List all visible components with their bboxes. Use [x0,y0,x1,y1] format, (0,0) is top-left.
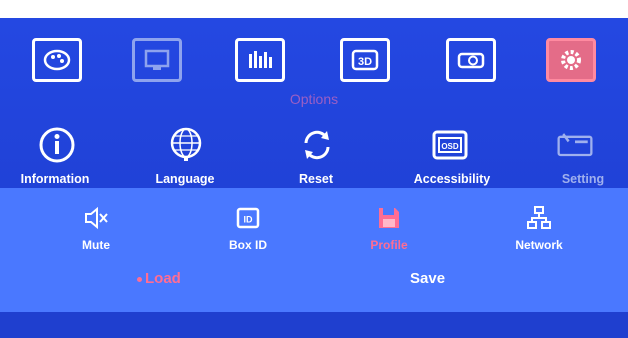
monitor-icon[interactable] [132,38,182,82]
top-white-band [0,0,628,18]
id-icon[interactable]: ID [235,205,261,231]
equalizer-icon[interactable] [235,38,285,82]
projector-icon[interactable] [446,38,496,82]
reset-icon[interactable] [297,125,337,165]
panel-footer [0,312,628,338]
save-option[interactable]: Save [410,270,445,287]
option-information-label[interactable]: Information [7,172,103,186]
option-reset-label[interactable]: Reset [279,172,353,186]
globe-icon[interactable] [166,125,206,165]
option-accessibility-label[interactable]: Accessibility [396,172,508,186]
submenu-profile-label[interactable]: Profile [360,238,418,252]
load-option[interactable]: Load [137,270,181,287]
submenu-boxid-label[interactable]: Box ID [217,238,279,252]
submenu-network-label[interactable]: Network [500,238,578,252]
svg-text:OSD: OSD [441,142,459,151]
picture-palette-icon[interactable] [32,38,82,82]
svg-text:ID: ID [244,215,254,225]
network-icon[interactable] [526,205,552,231]
setting-tools-icon[interactable] [555,125,595,165]
load-label: Load [145,270,181,287]
option-setting-label[interactable]: Setting [546,172,620,186]
option-language-label[interactable]: Language [140,172,230,186]
selected-bullet-icon [137,276,142,282]
gear-icon[interactable] [546,38,596,82]
menu-title: Options [289,91,339,107]
svg-text:3D: 3D [358,56,372,68]
3d-icon[interactable]: 3D [340,38,390,82]
osd-icon[interactable]: OSD [430,125,470,165]
floppy-disk-icon[interactable] [376,205,402,231]
mute-icon[interactable] [83,205,109,231]
info-icon[interactable] [37,125,77,165]
submenu-mute-label[interactable]: Mute [74,238,118,252]
